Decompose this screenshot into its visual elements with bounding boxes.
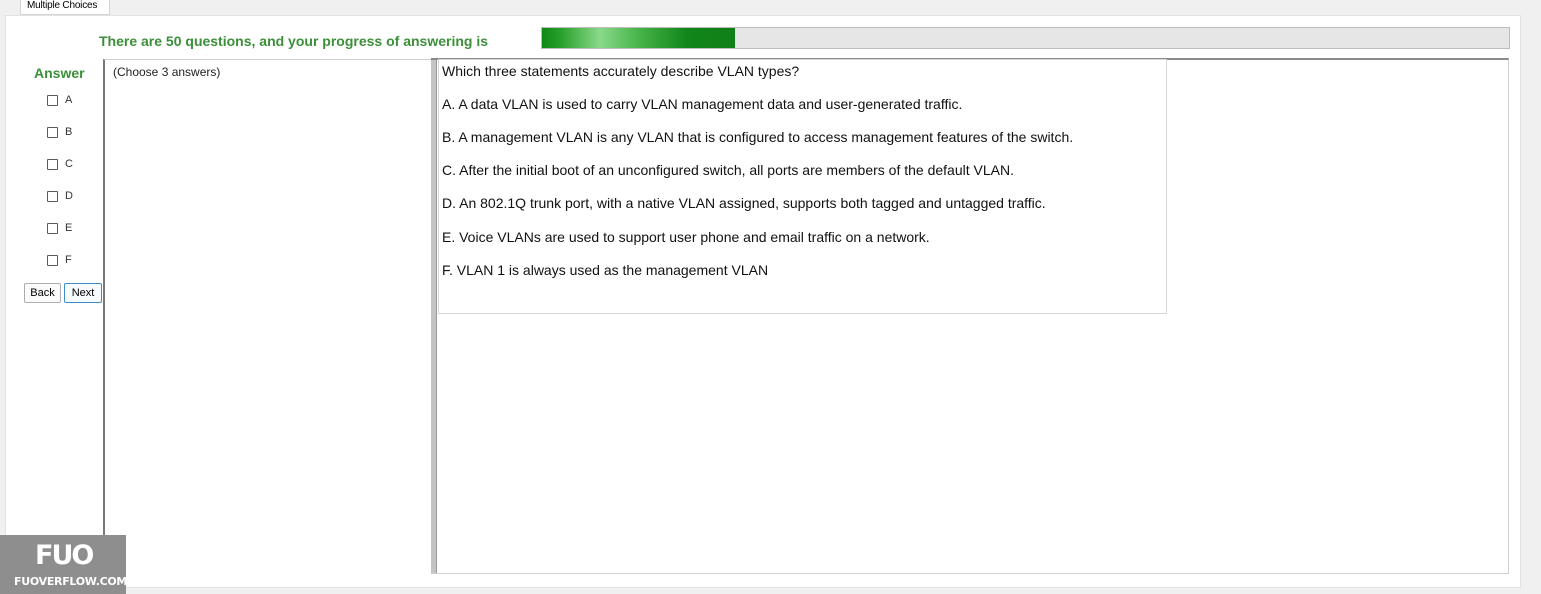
progress-label: There are 50 questions, and your progres… [99, 33, 488, 49]
checkbox-a[interactable] [47, 94, 58, 106]
option-label: F [65, 254, 72, 266]
checkbox-c[interactable] [47, 158, 58, 170]
watermark-logo: FUO FUOVERFLOW.COM [0, 535, 128, 594]
checkbox-f[interactable] [47, 254, 58, 266]
answer-option-e[interactable]: E [47, 221, 72, 235]
answer-option-d[interactable]: D [47, 189, 73, 203]
answer-option-f[interactable]: F [47, 253, 72, 267]
back-button[interactable]: Back [24, 283, 61, 303]
checkbox-b[interactable] [47, 126, 58, 138]
choice-a: A. A data VLAN is used to carry VLAN man… [442, 96, 963, 112]
choice-f: F. VLAN 1 is always used as the manageme… [442, 262, 769, 278]
checkbox-e[interactable] [47, 222, 58, 234]
option-label: D [65, 190, 73, 202]
instructions-text: (Choose 3 answers) [113, 65, 221, 79]
choice-b: B. A management VLAN is any VLAN that is… [442, 129, 1074, 145]
progress-bar-fill [542, 28, 736, 48]
instructions-pane: (Choose 3 answers) [103, 59, 431, 573]
progress-bar [541, 27, 1510, 49]
answer-option-b[interactable]: B [47, 125, 72, 139]
option-label: C [65, 158, 73, 170]
next-button[interactable]: Next [64, 283, 102, 303]
tab-multiple-choices[interactable]: Multiple Choices [20, 0, 110, 15]
option-label: E [65, 222, 73, 234]
answer-option-c[interactable]: C [47, 157, 73, 171]
question-title: Which three statements accurately descri… [442, 63, 800, 79]
option-label: B [65, 126, 73, 138]
choice-d: D. An 802.1Q trunk port, with a native V… [442, 195, 1046, 211]
watermark-logo-mark: FUO [35, 540, 94, 571]
pane-splitter[interactable] [431, 60, 437, 573]
answer-label: Answer [34, 65, 85, 81]
checkbox-d[interactable] [47, 190, 58, 202]
watermark-text: FUOVERFLOW.COM [14, 575, 128, 588]
choice-e: E. Voice VLANs are used to support user … [442, 229, 930, 245]
answer-option-a[interactable]: A [47, 93, 72, 107]
choice-c: C. After the initial boot of an unconfig… [442, 162, 1014, 178]
option-label: A [65, 94, 73, 106]
